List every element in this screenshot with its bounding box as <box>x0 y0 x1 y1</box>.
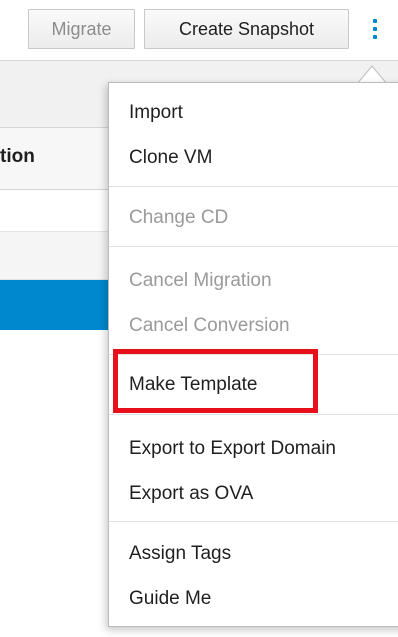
menu-divider <box>109 414 398 415</box>
menu-item-import[interactable]: Import <box>129 101 183 125</box>
menu-divider <box>109 521 398 522</box>
menu-item-cancel-migration: Cancel Migration <box>129 270 272 291</box>
toolbar: Migrate Create Snapshot <box>0 0 398 60</box>
menu-item-cancel-conversion: Cancel Conversion <box>129 315 290 336</box>
column-header[interactable]: tion <box>0 146 35 168</box>
migrate-button[interactable]: Migrate <box>28 9 135 49</box>
menu-item-export-to-export-domain[interactable]: Export to Export Domain <box>129 437 336 461</box>
menu-divider <box>109 186 398 187</box>
menu-item-guide-me[interactable]: Guide Me <box>129 587 211 611</box>
menu-item-change-cd: Change CD <box>129 207 229 228</box>
menu-divider <box>109 246 398 247</box>
highlight-annotation-box <box>113 349 318 413</box>
menu-item-export-as-ova[interactable]: Export as OVA <box>129 482 253 506</box>
menu-caret-icon <box>357 65 387 84</box>
menu-item-clone-vm[interactable]: Clone VM <box>129 146 212 170</box>
create-snapshot-button[interactable]: Create Snapshot <box>144 9 349 49</box>
kebab-vertical-icon[interactable] <box>363 11 387 47</box>
menu-item-assign-tags[interactable]: Assign Tags <box>129 542 231 566</box>
